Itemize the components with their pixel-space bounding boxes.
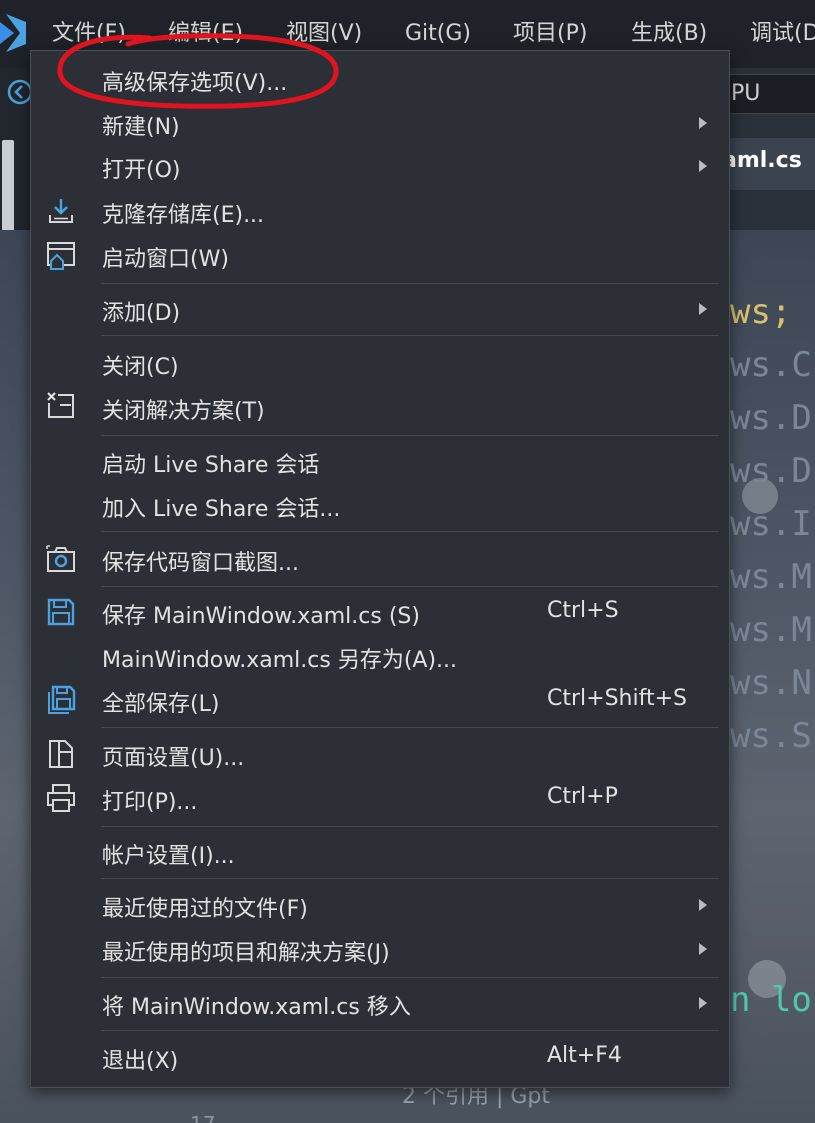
- clone-repository-icon: [49, 199, 73, 223]
- menu-item-shortcut: Ctrl+S: [547, 598, 619, 623]
- menu-edit[interactable]: 编辑(E): [168, 18, 243, 50]
- submenu-arrow-icon: [699, 899, 707, 911]
- menu-item-label: 保存代码窗口截图...: [102, 551, 299, 576]
- menu-item-label: MainWindow.xaml.cs 另存为(A)...: [102, 648, 458, 673]
- save-all-icon: [48, 685, 76, 714]
- menu-separator: [101, 531, 719, 532]
- code-line: ws;: [730, 292, 791, 332]
- submenu-arrow-icon: [699, 303, 707, 315]
- menu-item-start-live-share[interactable]: 启动 Live Share 会话: [31, 443, 729, 479]
- menu-item-label: 添加(D): [102, 301, 181, 326]
- menu-item-new[interactable]: 新建(N): [31, 105, 729, 141]
- menu-item-label: 关闭(C): [102, 355, 179, 380]
- menu-item-advanced-save-options[interactable]: 高级保存选项(V)...: [31, 61, 729, 97]
- menu-separator: [101, 826, 719, 827]
- menu-item-label: 关闭解决方案(T): [102, 399, 265, 424]
- start-window-icon: [47, 242, 75, 270]
- menu-item-save-code-screenshot[interactable]: 保存代码窗口截图...: [31, 541, 729, 577]
- menu-item-open[interactable]: 打开(O): [31, 148, 729, 184]
- screenshot-icon: [46, 545, 75, 572]
- menu-item-label: 最近使用的项目和解决方案(J): [102, 941, 390, 966]
- menu-separator: [101, 335, 719, 336]
- menu-item-add[interactable]: 添加(D): [31, 291, 729, 327]
- menu-project[interactable]: 项目(P): [513, 18, 587, 50]
- menu-item-label: 帐户设置(I)...: [102, 844, 235, 869]
- menu-item-close-solution[interactable]: 关闭解决方案(T): [31, 389, 729, 425]
- menu-item-exit[interactable]: 退出(X) Alt+F4: [31, 1039, 729, 1075]
- visual-studio-logo-icon: [0, 14, 26, 52]
- menu-item-shortcut: Alt+F4: [547, 1043, 622, 1068]
- menu-build[interactable]: 生成(B): [631, 18, 707, 50]
- menu-item-save[interactable]: 保存 MainWindow.xaml.cs (S) Ctrl+S: [31, 594, 729, 630]
- menu-separator: [101, 283, 719, 284]
- menu-item-label: 启动窗口(W): [102, 247, 229, 272]
- menu-separator: [101, 977, 719, 978]
- menu-item-start-window[interactable]: 启动窗口(W): [31, 237, 729, 273]
- code-line: ws.D: [730, 398, 812, 438]
- code-line: ws.C: [730, 345, 812, 385]
- code-line: ws.M: [730, 610, 812, 650]
- tab-mainwindow-xaml-cs[interactable]: aml.cs: [722, 148, 802, 173]
- code-line: ws.M: [730, 557, 812, 597]
- menu-item-label: 克隆存储库(E)...: [102, 203, 265, 228]
- menu-item-label: 页面设置(U)...: [102, 746, 245, 771]
- platform-dropdown[interactable]: PU: [722, 74, 815, 114]
- menu-item-shortcut: Ctrl+P: [547, 784, 618, 809]
- file-menu-dropdown: 高级保存选项(V)... 新建(N) 打开(O) 克隆存储库(E)... 启动窗…: [30, 50, 730, 1088]
- menu-item-shortcut: Ctrl+Shift+S: [547, 686, 687, 711]
- code-line: ws.S: [730, 716, 812, 756]
- submenu-arrow-icon: [699, 943, 707, 955]
- menu-separator: [101, 1030, 719, 1031]
- menu-item-label: 将 MainWindow.xaml.cs 移入: [102, 995, 411, 1020]
- code-text: ws;: [730, 292, 792, 332]
- menu-item-page-setup[interactable]: 页面设置(U)...: [31, 736, 729, 772]
- menu-item-recent-files[interactable]: 最近使用过的文件(F): [31, 887, 729, 923]
- menu-item-account-settings[interactable]: 帐户设置(I)...: [31, 834, 729, 870]
- submenu-arrow-icon: [699, 117, 707, 129]
- code-line: ws.I: [730, 504, 812, 544]
- menu-separator: [101, 435, 719, 436]
- close-solution-icon: [46, 391, 74, 418]
- menu-file[interactable]: 文件(F): [52, 18, 126, 50]
- menu-item-label: 打印(P)...: [102, 790, 198, 815]
- submenu-arrow-icon: [699, 997, 707, 1009]
- menu-git[interactable]: Git(G): [405, 18, 471, 50]
- menu-separator: [101, 878, 719, 879]
- submenu-arrow-icon: [699, 160, 707, 172]
- menu-item-label: 加入 Live Share 会话...: [102, 497, 341, 522]
- menu-view[interactable]: 视图(V): [286, 18, 362, 50]
- menu-separator: [101, 727, 719, 728]
- menu-item-label: 退出(X): [102, 1049, 179, 1074]
- menu-debug[interactable]: 调试(D: [750, 18, 815, 50]
- line-number: 17: [190, 1112, 215, 1123]
- save-icon: [47, 598, 75, 626]
- menu-separator: [101, 586, 719, 587]
- menu-item-save-all[interactable]: 全部保存(L) Ctrl+Shift+S: [31, 682, 729, 718]
- page-setup-icon: [49, 740, 73, 768]
- menu-item-label: 最近使用过的文件(F): [102, 897, 308, 922]
- code-line: n lo: [730, 980, 812, 1020]
- print-icon: [47, 784, 75, 812]
- menu-item-close[interactable]: 关闭(C): [31, 345, 729, 381]
- code-line: ws.D: [730, 451, 812, 491]
- menu-item-move-into[interactable]: 将 MainWindow.xaml.cs 移入: [31, 985, 729, 1021]
- ide-window: 文件(F) 编辑(E) 视图(V) Git(G) 项目(P) 生成(B) 调试(…: [0, 0, 815, 1123]
- menu-item-label: 高级保存选项(V)...: [102, 71, 288, 96]
- menu-item-recent-projects[interactable]: 最近使用的项目和解决方案(J): [31, 931, 729, 967]
- menu-item-label: 新建(N): [102, 115, 180, 140]
- menu-item-clone-repository[interactable]: 克隆存储库(E)...: [31, 193, 729, 229]
- menu-item-label: 打开(O): [102, 158, 181, 183]
- menu-item-label: 保存 MainWindow.xaml.cs (S): [102, 604, 420, 629]
- menu-item-print[interactable]: 打印(P)... Ctrl+P: [31, 780, 729, 816]
- menu-item-label: 全部保存(L): [102, 692, 220, 717]
- menu-item-save-as[interactable]: MainWindow.xaml.cs 另存为(A)...: [31, 638, 729, 674]
- code-line: ws.N: [730, 663, 812, 703]
- menu-item-label: 启动 Live Share 会话: [102, 453, 320, 478]
- menu-item-join-live-share[interactable]: 加入 Live Share 会话...: [31, 487, 729, 523]
